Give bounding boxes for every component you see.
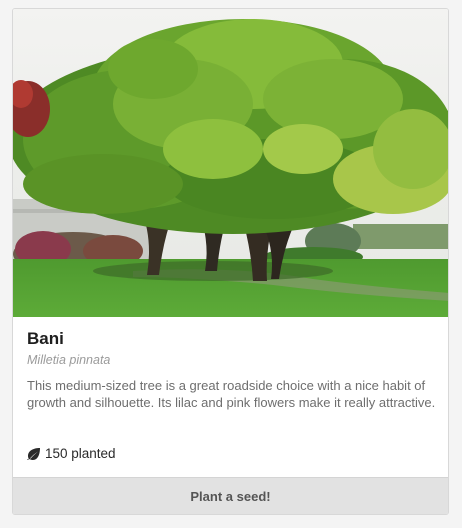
tree-card: Bani Milletia pinnata This medium-sized … xyxy=(12,8,449,515)
tree-description: This medium-sized tree is a great roadsi… xyxy=(27,378,436,410)
card-content: Bani Milletia pinnata This medium-sized … xyxy=(27,329,437,411)
plant-seed-button[interactable]: Plant a seed! xyxy=(13,477,448,514)
scientific-name: Milletia pinnata xyxy=(27,353,111,367)
leaf-icon xyxy=(27,447,41,460)
planted-text: 150 planted xyxy=(45,446,116,461)
tree-photo xyxy=(13,9,448,317)
planted-count: 150 planted xyxy=(27,446,116,461)
tree-name: Bani xyxy=(27,329,64,348)
